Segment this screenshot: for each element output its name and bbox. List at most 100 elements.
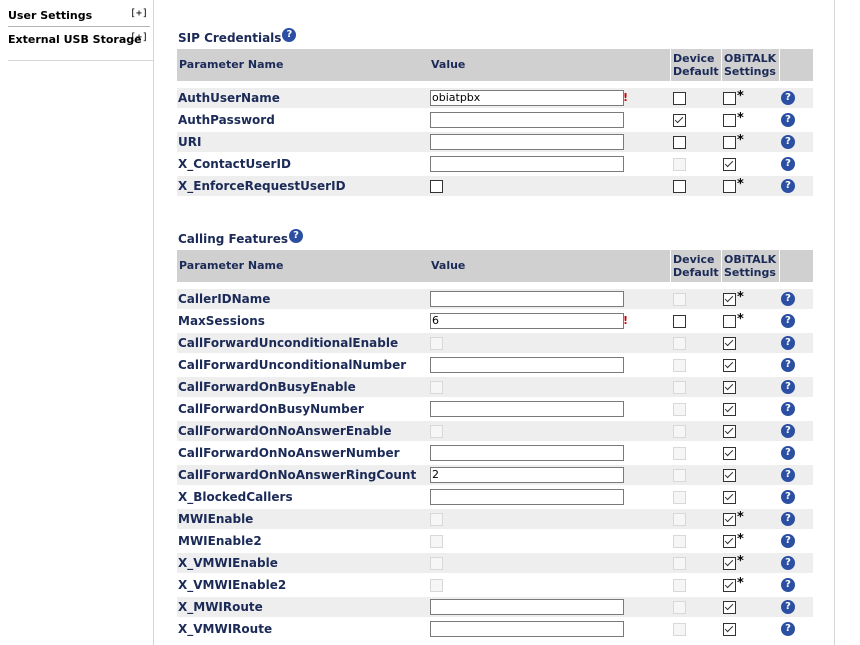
table-row: CallForwardOnNoAnswerRingCount? [177, 464, 813, 486]
header-device-default: Device Default [671, 49, 721, 81]
help-icon[interactable]: ? [781, 600, 795, 614]
parameter-value-input[interactable] [430, 599, 624, 615]
parameter-value-checkbox [430, 337, 443, 350]
obitalk-settings-checkbox[interactable] [723, 359, 736, 372]
expand-icon[interactable]: [+] [130, 4, 148, 24]
obitalk-settings-checkbox[interactable] [723, 158, 736, 171]
parameter-name: X_ContactUserID [178, 157, 291, 171]
help-icon[interactable]: ? [781, 556, 795, 570]
parameter-value-input[interactable] [430, 621, 624, 637]
parameter-value-input[interactable] [430, 156, 624, 172]
help-icon[interactable]: ? [781, 402, 795, 416]
parameter-name: CallForwardUnconditionalNumber [178, 358, 407, 372]
parameter-value-input[interactable] [430, 112, 624, 128]
parameter-value-checkbox [430, 381, 443, 394]
modified-indicator: * [737, 89, 744, 104]
expand-icon[interactable]: [+] [130, 28, 148, 48]
obitalk-settings-checkbox[interactable] [723, 114, 736, 127]
table-row: X_BlockedCallers? [177, 486, 813, 508]
obitalk-settings-checkbox[interactable] [723, 535, 736, 548]
modified-indicator: * [737, 576, 744, 591]
help-icon[interactable]: ? [781, 380, 795, 394]
parameter-name: AuthPassword [178, 113, 275, 127]
error-indicator: ! [623, 314, 629, 327]
obitalk-settings-checkbox[interactable] [723, 601, 736, 614]
device-default-checkbox[interactable] [673, 114, 686, 127]
parameter-value-input[interactable] [430, 291, 624, 307]
help-icon[interactable]: ? [781, 446, 795, 460]
help-icon[interactable]: ? [781, 292, 795, 306]
parameter-value-checkbox[interactable] [430, 180, 443, 193]
parameter-name: X_VMWIEnable2 [178, 578, 287, 592]
help-icon[interactable]: ? [781, 135, 795, 149]
obitalk-settings-checkbox[interactable] [723, 381, 736, 394]
parameter-name: X_VMWIRoute [178, 622, 273, 636]
device-default-checkbox[interactable] [673, 315, 686, 328]
obitalk-settings-checkbox[interactable] [723, 469, 736, 482]
parameter-value-input[interactable] [430, 467, 624, 483]
help-icon[interactable]: ? [781, 113, 795, 127]
obitalk-settings-checkbox[interactable] [723, 180, 736, 193]
obitalk-settings-checkbox[interactable] [723, 136, 736, 149]
help-icon[interactable]: ? [288, 229, 303, 243]
modified-indicator: * [737, 177, 744, 192]
table-row: CallForwardOnBusyEnable? [177, 376, 813, 398]
device-default-checkbox [673, 513, 686, 526]
parameter-value-input[interactable] [430, 489, 624, 505]
obitalk-settings-checkbox[interactable] [723, 447, 736, 460]
help-icon[interactable]: ? [781, 157, 795, 171]
section-title-text: Calling Features [178, 232, 288, 246]
help-icon[interactable]: ? [781, 314, 795, 328]
help-icon[interactable]: ? [781, 91, 795, 105]
table-row: MWIEnable *? [177, 508, 813, 530]
help-icon[interactable]: ? [781, 424, 795, 438]
parameter-value-input[interactable] [430, 90, 624, 106]
parameter-value-input[interactable] [430, 401, 624, 417]
obitalk-settings-checkbox[interactable] [723, 403, 736, 416]
table-row: X_VMWIEnable2 *? [177, 574, 813, 596]
parameter-value-input[interactable] [430, 445, 624, 461]
modified-indicator: * [737, 510, 744, 525]
obitalk-settings-checkbox[interactable] [723, 557, 736, 570]
parameter-name: X_BlockedCallers [178, 490, 293, 504]
parameter-name: MaxSessions [178, 314, 265, 328]
obitalk-settings-checkbox[interactable] [723, 491, 736, 504]
header-obitalk-settings: OBiTALK Settings [722, 250, 779, 282]
help-icon[interactable]: ? [781, 578, 795, 592]
table-header: Parameter Name Value Device Default OBiTALK… [177, 250, 813, 282]
obitalk-settings-checkbox[interactable] [723, 293, 736, 306]
obitalk-settings-checkbox[interactable] [723, 513, 736, 526]
obitalk-settings-checkbox[interactable] [723, 92, 736, 105]
sidebar-item-label: User Settings [8, 9, 93, 22]
section-title: Calling Features? [178, 229, 303, 248]
help-icon[interactable]: ? [781, 358, 795, 372]
device-default-checkbox [673, 293, 686, 306]
obitalk-settings-checkbox[interactable] [723, 579, 736, 592]
table-row: AuthPassword *? [177, 109, 813, 131]
parameter-name: X_EnforceRequestUserID [178, 179, 346, 193]
help-icon[interactable]: ? [781, 179, 795, 193]
obitalk-settings-checkbox[interactable] [723, 425, 736, 438]
sidebar-item-external-usb-storage[interactable]: External USB Storage [+] [8, 30, 150, 50]
help-icon[interactable]: ? [781, 622, 795, 636]
help-icon[interactable]: ? [781, 468, 795, 482]
help-icon[interactable]: ? [781, 512, 795, 526]
obitalk-settings-checkbox[interactable] [723, 315, 736, 328]
obitalk-settings-checkbox[interactable] [723, 623, 736, 636]
device-default-checkbox[interactable] [673, 180, 686, 193]
parameter-value-checkbox [430, 513, 443, 526]
device-default-checkbox[interactable] [673, 92, 686, 105]
help-icon[interactable]: ? [781, 490, 795, 504]
device-default-checkbox [673, 337, 686, 350]
help-icon[interactable]: ? [781, 336, 795, 350]
modified-indicator: * [737, 312, 744, 327]
device-default-checkbox[interactable] [673, 136, 686, 149]
sidebar-item-user-settings[interactable]: User Settings [+] [8, 6, 150, 27]
obitalk-settings-checkbox[interactable] [723, 337, 736, 350]
parameter-value-input[interactable] [430, 357, 624, 373]
parameter-value-input[interactable] [430, 134, 624, 150]
device-default-checkbox [673, 425, 686, 438]
parameter-value-input[interactable] [430, 313, 624, 329]
help-icon[interactable]: ? [282, 28, 297, 42]
help-icon[interactable]: ? [781, 534, 795, 548]
